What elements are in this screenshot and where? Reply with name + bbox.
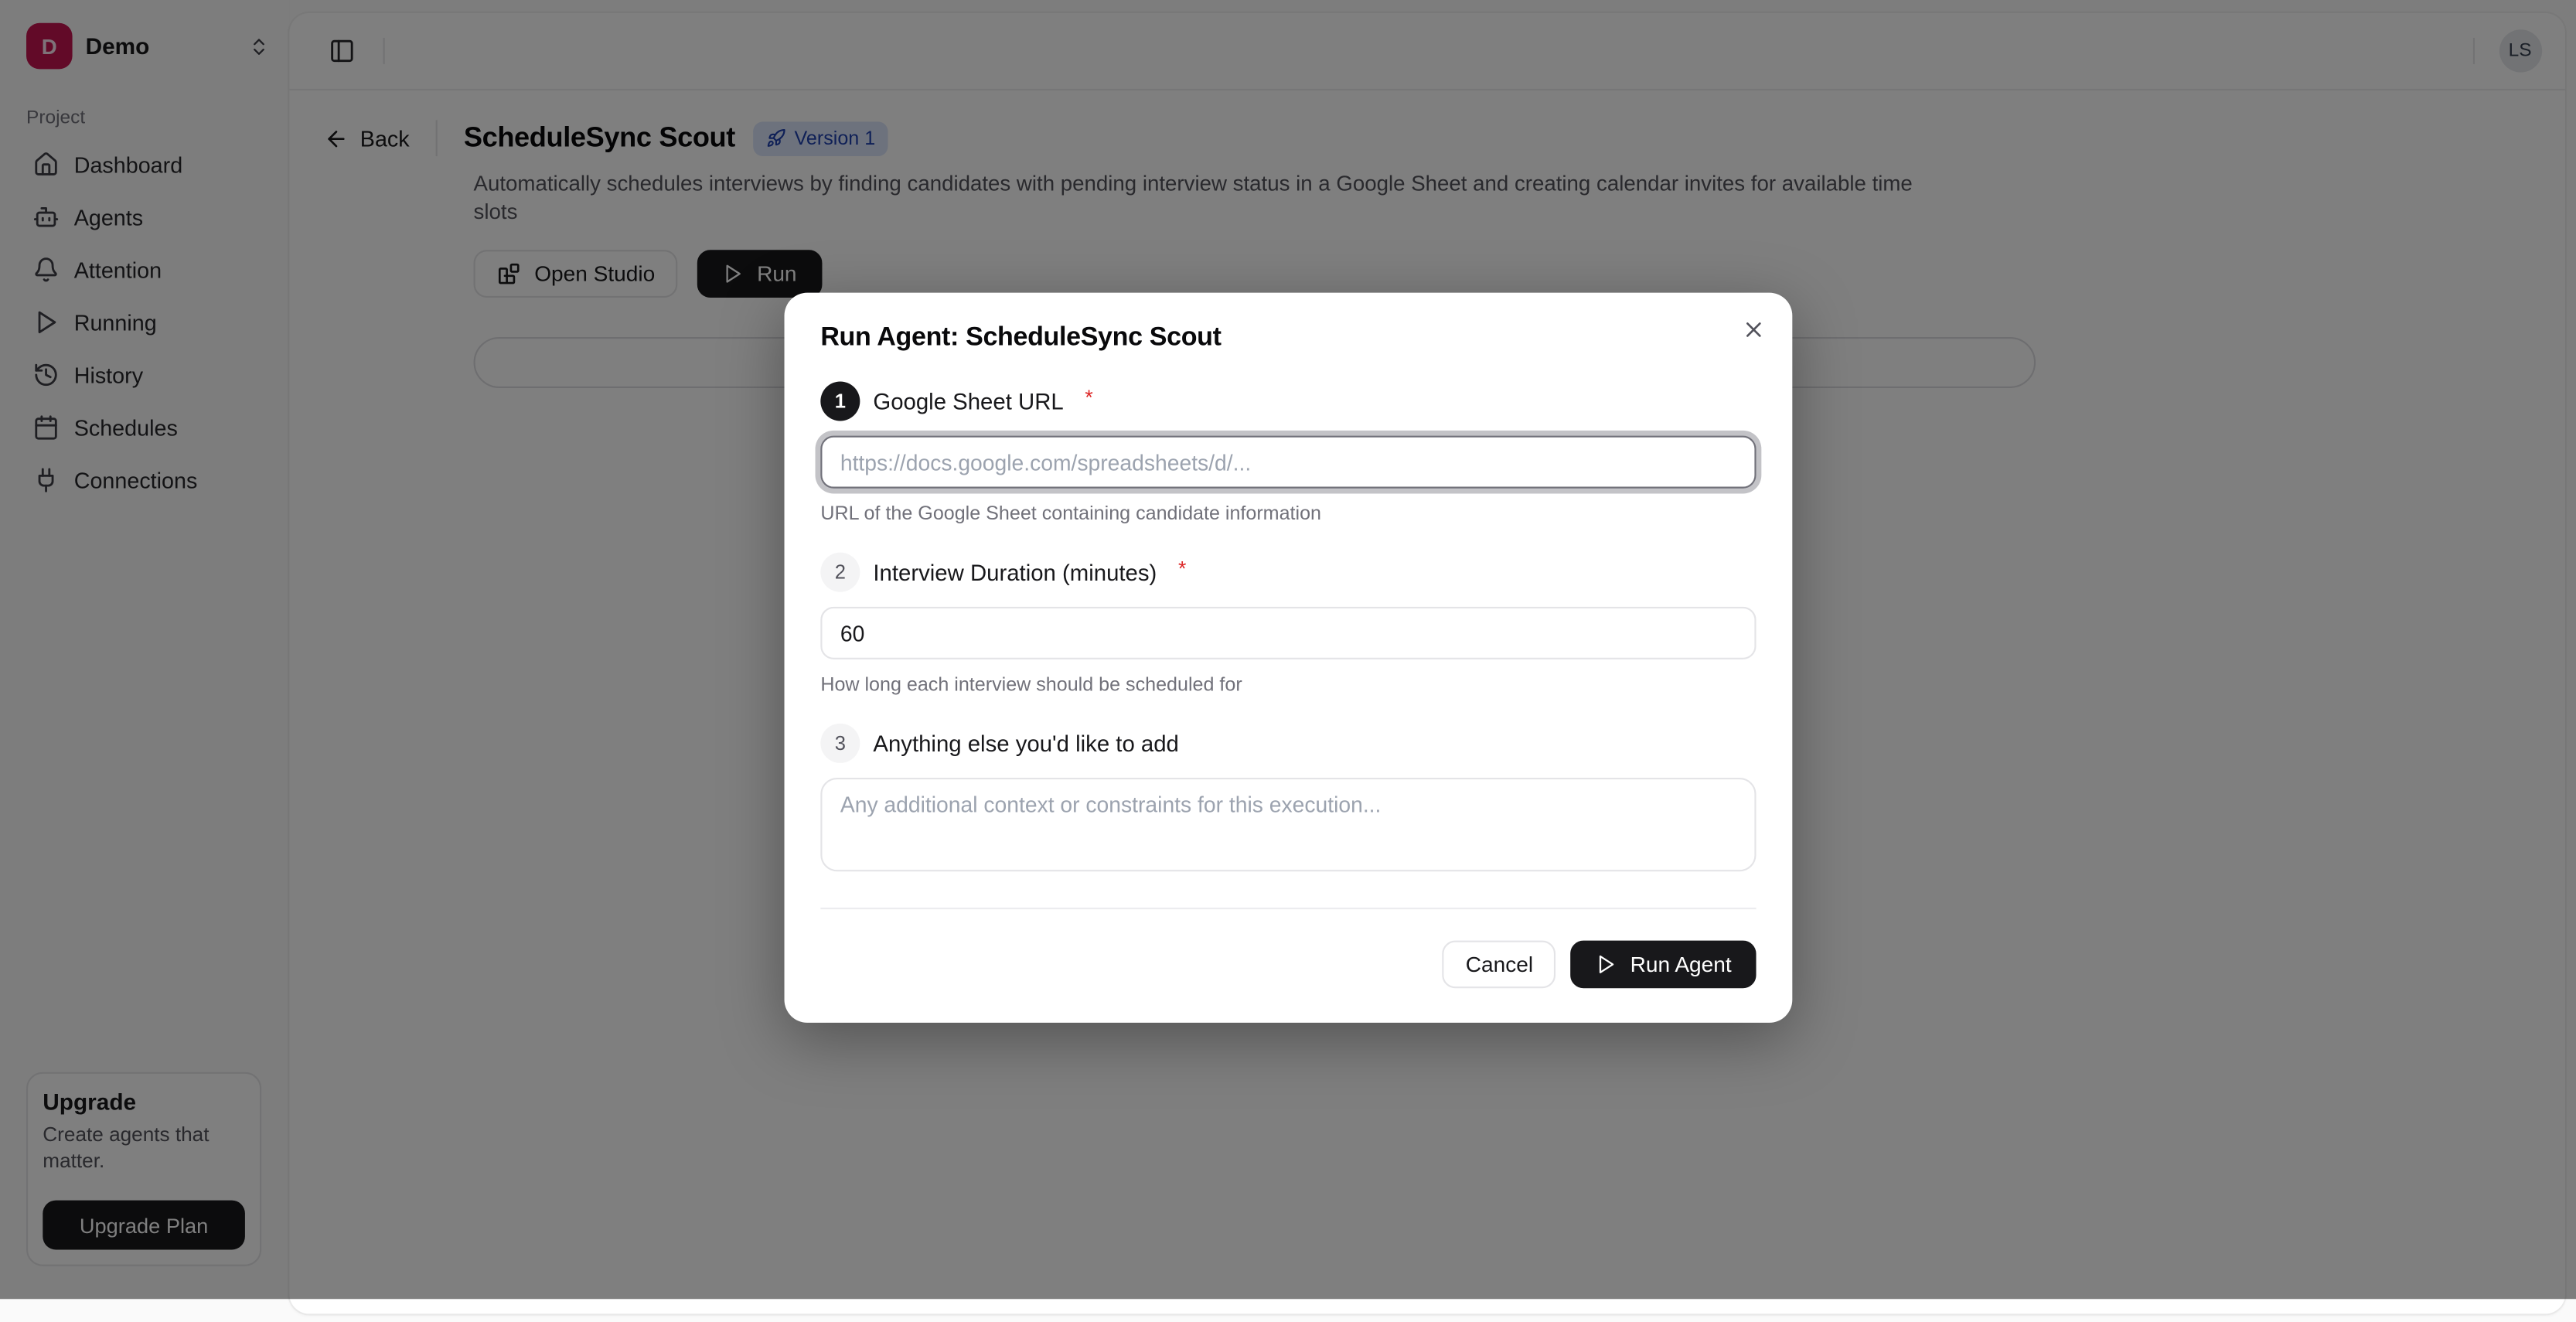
required-asterisk: * xyxy=(1085,387,1092,410)
field-additional-context: 3 Anything else you'd like to add xyxy=(820,724,1756,871)
field-help: URL of the Google Sheet containing candi… xyxy=(820,502,1756,525)
field-number-badge: 3 xyxy=(820,724,860,763)
field-number-badge: 2 xyxy=(820,553,860,592)
field-head: 3 Anything else you'd like to add xyxy=(820,724,1756,763)
run-agent-label: Run Agent xyxy=(1630,952,1732,976)
field-help: How long each interview should be schedu… xyxy=(820,673,1756,696)
field-google-sheet-url: 1 Google Sheet URL * URL of the Google S… xyxy=(820,381,1756,524)
field-head: 1 Google Sheet URL * xyxy=(820,381,1756,421)
additional-context-textarea[interactable] xyxy=(820,778,1756,871)
modal-title: Run Agent: ScheduleSync Scout xyxy=(820,324,1756,353)
field-label: Anything else you'd like to add xyxy=(873,731,1179,755)
field-label: Google Sheet URL xyxy=(873,389,1063,414)
run-agent-modal: Run Agent: ScheduleSync Scout 1 Google S… xyxy=(785,293,1793,1023)
field-number-badge: 1 xyxy=(820,381,860,421)
app-root: D Demo Project Dashboard Agents Attentio… xyxy=(0,0,2576,1322)
google-sheet-url-input[interactable] xyxy=(820,436,1756,489)
close-icon xyxy=(1741,317,1766,342)
run-agent-submit-button[interactable]: Run Agent xyxy=(1571,941,1756,989)
field-label: Interview Duration (minutes) xyxy=(873,560,1157,584)
play-icon xyxy=(1596,954,1617,976)
close-button[interactable] xyxy=(1738,314,1769,345)
interview-duration-input[interactable] xyxy=(820,607,1756,659)
cancel-button[interactable]: Cancel xyxy=(1443,941,1556,989)
field-interview-duration: 2 Interview Duration (minutes) * How lon… xyxy=(820,553,1756,696)
required-asterisk: * xyxy=(1178,557,1186,581)
cancel-label: Cancel xyxy=(1466,952,1533,976)
modal-footer: Cancel Run Agent xyxy=(820,908,1756,988)
field-head: 2 Interview Duration (minutes) * xyxy=(820,553,1756,592)
